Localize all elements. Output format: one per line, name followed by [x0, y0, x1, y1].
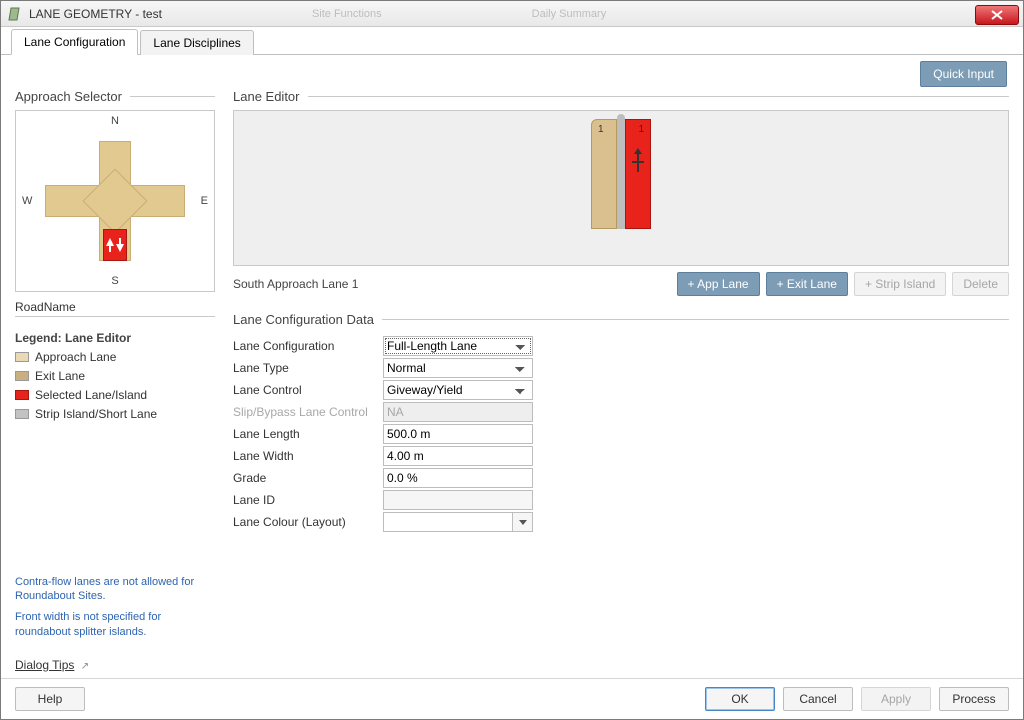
legend-item-strip: Strip Island/Short Lane	[15, 407, 215, 421]
close-icon	[991, 10, 1003, 20]
lane-configuration-select[interactable]: Full-Length Lane	[383, 336, 533, 356]
approach-lane-graphic[interactable]: 1	[591, 119, 617, 229]
bg-hint-1: Site Functions	[312, 8, 382, 20]
window-title: LANE GEOMETRY - test	[29, 7, 162, 21]
compass-e-label: E	[201, 195, 208, 207]
south-approach-indicator[interactable]	[103, 229, 127, 261]
close-button[interactable]	[975, 5, 1019, 25]
titlebar: LANE GEOMETRY - test Site Functions Dail…	[1, 1, 1023, 27]
legend-item-selected: Selected Lane/Island	[15, 388, 215, 402]
compass-n-label: N	[111, 115, 119, 127]
legend-title: Legend: Lane Editor	[15, 331, 215, 345]
lane-length-label: Lane Length	[233, 427, 383, 441]
swatch-exit-icon	[15, 371, 29, 381]
approach-selector[interactable]: N S W E	[15, 110, 215, 292]
lane-config-data-title-text: Lane Configuration Data	[233, 312, 374, 327]
apply-button: Apply	[861, 687, 931, 711]
dialog-footer: Help OK Cancel Apply Process	[1, 678, 1023, 719]
dialog-tips[interactable]: Dialog Tips ↗	[15, 658, 215, 672]
swatch-selected-icon	[15, 390, 29, 400]
legend-item-approach: Approach Lane	[15, 350, 215, 364]
ok-button[interactable]: OK	[705, 687, 775, 711]
add-strip-island-button: + Strip Island	[854, 272, 946, 296]
bg-hint-2: Daily Summary	[532, 8, 607, 20]
add-approach-lane-button[interactable]: + App Lane	[677, 272, 760, 296]
tab-lane-configuration[interactable]: Lane Configuration	[11, 29, 138, 55]
quick-input-button[interactable]: Quick Input	[920, 61, 1007, 87]
grade-field[interactable]	[383, 468, 533, 488]
approach-selector-title-text: Approach Selector	[15, 89, 122, 104]
lane-config-form: Lane Configuration Full-Length Lane Lane…	[233, 335, 1009, 533]
compass-w-label: W	[22, 195, 32, 207]
lane-id-field[interactable]	[383, 490, 533, 510]
lane-colour-label: Lane Colour (Layout)	[233, 515, 383, 529]
lane-graphic: 1 1	[591, 119, 651, 229]
exit-lane-number: 1	[638, 124, 644, 135]
strip-island-graphic[interactable]	[617, 119, 625, 229]
process-button[interactable]: Process	[939, 687, 1009, 711]
lane-width-field[interactable]	[383, 446, 533, 466]
exit-lane-graphic[interactable]: 1	[625, 119, 651, 229]
lane-configuration-label: Lane Configuration	[233, 339, 383, 353]
compass-s-label: S	[111, 275, 118, 287]
info-message: Front width is not specified for roundab…	[15, 610, 215, 640]
lane-colour-swatch[interactable]	[383, 512, 513, 532]
legend-label: Strip Island/Short Lane	[35, 407, 157, 421]
chevron-down-icon	[519, 520, 527, 525]
grade-label: Grade	[233, 471, 383, 485]
tabstrip: Lane Configuration Lane Disciplines	[1, 27, 1023, 55]
lane-control-label: Lane Control	[233, 383, 383, 397]
slip-bypass-field	[383, 402, 533, 422]
lane-type-select[interactable]: Normal	[383, 358, 533, 378]
lane-control-select[interactable]: Giveway/Yield	[383, 380, 533, 400]
lane-geometry-window: LANE GEOMETRY - test Site Functions Dail…	[0, 0, 1024, 720]
legend-label: Exit Lane	[35, 369, 85, 383]
lane-config-data-title: Lane Configuration Data	[233, 312, 1009, 327]
app-icon	[7, 6, 23, 22]
legend-label: Approach Lane	[35, 350, 116, 364]
selected-lane-caption: South Approach Lane 1	[233, 277, 671, 291]
tab-lane-disciplines[interactable]: Lane Disciplines	[140, 30, 253, 55]
dialog-tips-link[interactable]: Dialog Tips	[15, 658, 74, 672]
slip-bypass-label: Slip/Bypass Lane Control	[233, 405, 383, 419]
delete-lane-button: Delete	[952, 272, 1009, 296]
info-message: Contra-flow lanes are not allowed for Ro…	[15, 575, 215, 605]
lane-id-label: Lane ID	[233, 493, 383, 507]
lane-editor-title-text: Lane Editor	[233, 89, 300, 104]
through-arrow-icon	[631, 148, 645, 179]
lane-editor-canvas[interactable]: 1 1	[233, 110, 1009, 266]
legend-label: Selected Lane/Island	[35, 388, 147, 402]
lane-type-label: Lane Type	[233, 361, 383, 375]
info-messages: Contra-flow lanes are not allowed for Ro…	[15, 545, 215, 640]
approach-lane-number: 1	[598, 124, 604, 135]
add-exit-lane-button[interactable]: + Exit Lane	[766, 272, 848, 296]
lane-length-field[interactable]	[383, 424, 533, 444]
swatch-approach-icon	[15, 352, 29, 362]
lane-editor-title: Lane Editor	[233, 89, 1009, 104]
help-button[interactable]: Help	[15, 687, 85, 711]
approach-selector-title: Approach Selector	[15, 89, 215, 104]
lane-width-label: Lane Width	[233, 449, 383, 463]
external-link-icon: ↗	[81, 661, 89, 672]
lane-colour-dropdown-button[interactable]	[513, 512, 533, 532]
titlebar-background-text: Site Functions Daily Summary	[162, 8, 975, 20]
legend-item-exit: Exit Lane	[15, 369, 215, 383]
cancel-button[interactable]: Cancel	[783, 687, 853, 711]
swatch-strip-icon	[15, 409, 29, 419]
roadname-label: RoadName	[15, 300, 215, 317]
